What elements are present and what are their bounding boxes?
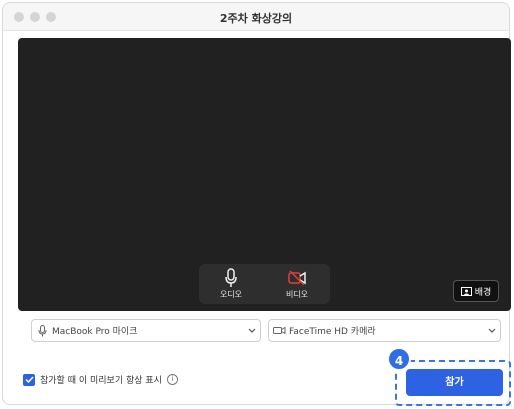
microphone-icon <box>225 268 237 287</box>
always-show-preview-row: 참가할 때 이 미리보기 항상 표시 i <box>23 373 178 386</box>
join-button[interactable]: 참가 <box>406 369 503 396</box>
checkmark-icon <box>24 376 34 383</box>
video-preview: 오디오 비디오 배경 <box>18 38 511 311</box>
background-button[interactable]: 배경 <box>453 280 499 302</box>
always-show-preview-label[interactable]: 참가할 때 이 미리보기 항상 표시 <box>40 373 162 386</box>
step-number-badge: 4 <box>387 347 411 371</box>
audio-label: 오디오 <box>219 290 243 299</box>
title-bar: 2주차 화상강의 <box>3 3 509 31</box>
video-label: 비디오 <box>285 290 309 299</box>
chevron-down-icon <box>244 328 260 333</box>
microphone-select-value: MacBook Pro 마이크 <box>52 327 138 337</box>
camera-small-icon <box>269 326 289 335</box>
always-show-preview-checkbox[interactable] <box>23 373 35 386</box>
microphone-select[interactable]: MacBook Pro 마이크 <box>31 319 261 342</box>
video-camera-muted-icon <box>288 270 306 286</box>
audio-toggle-button[interactable]: 오디오 <box>201 266 261 302</box>
window-title: 2주차 화상강의 <box>219 12 293 25</box>
video-toggle-button[interactable]: 비디오 <box>267 266 327 302</box>
info-icon[interactable]: i <box>166 374 178 385</box>
background-icon <box>460 286 472 296</box>
microphone-small-icon <box>32 324 52 337</box>
background-label: 배경 <box>474 287 492 298</box>
preview-controls: 오디오 비디오 <box>199 264 330 304</box>
camera-select[interactable]: FaceTime HD 카메라 <box>268 319 501 342</box>
chevron-down-icon <box>484 328 500 333</box>
camera-select-value: FaceTime HD 카메라 <box>289 327 376 337</box>
